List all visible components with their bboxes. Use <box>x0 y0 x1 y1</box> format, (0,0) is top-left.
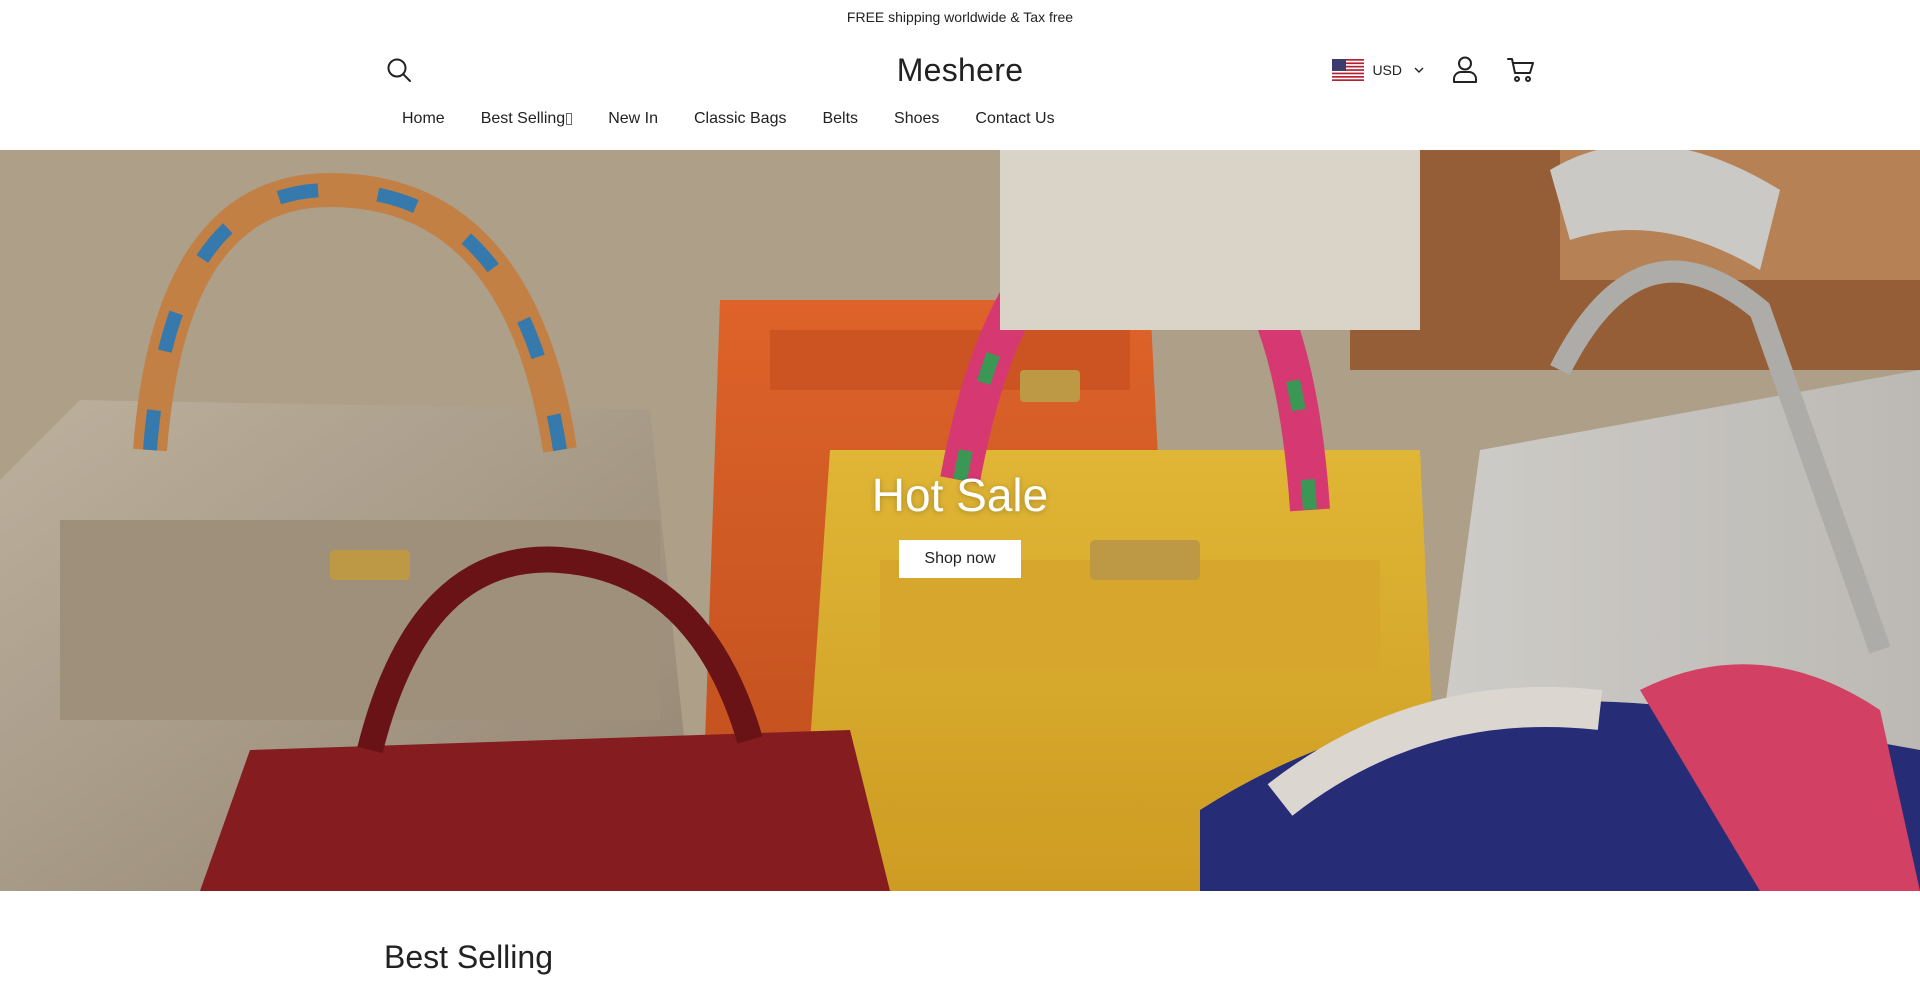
nav-item-new-in[interactable]: New In <box>608 109 658 129</box>
announcement-text: FREE shipping worldwide & Tax free <box>846 9 1074 25</box>
hero-content: Hot Sale Shop now <box>0 468 1920 578</box>
user-icon <box>1453 56 1477 83</box>
main-nav: Home Best Selling New In Classic Bags Be… <box>384 106 1536 150</box>
best-selling-heading: Best Selling <box>384 939 553 975</box>
currency-selector[interactable]: USD <box>1332 58 1424 82</box>
site-logo[interactable]: Meshere <box>897 52 1024 89</box>
chevron-down-icon <box>566 113 573 125</box>
us-flag-icon <box>1332 59 1365 81</box>
hero-banner[interactable]: Hot Sale Shop now <box>0 150 1920 891</box>
nav-item-belts[interactable]: Belts <box>822 109 858 129</box>
nav-item-classic-bags[interactable]: Classic Bags <box>694 109 786 129</box>
site-header: Meshere USD <box>384 34 1536 106</box>
hero-title: Hot Sale <box>871 469 1049 521</box>
chevron-down-icon <box>1414 67 1424 73</box>
cart-icon <box>1507 58 1534 82</box>
search-button[interactable] <box>384 55 414 85</box>
nav-item-best-selling[interactable]: Best Selling <box>481 109 573 129</box>
nav-item-shoes[interactable]: Shoes <box>894 109 939 129</box>
currency-label: USD <box>1372 62 1402 78</box>
nav-item-best-selling-label: Best Selling <box>480 110 566 127</box>
nav-item-home[interactable]: Home <box>402 109 445 129</box>
account-button[interactable] <box>1450 54 1480 84</box>
shop-now-button[interactable]: Shop now <box>899 540 1021 578</box>
cart-button[interactable] <box>1506 54 1536 84</box>
announcement-bar: FREE shipping worldwide & Tax free <box>0 0 1920 34</box>
nav-item-contact-us[interactable]: Contact Us <box>975 109 1054 129</box>
search-icon <box>387 58 411 82</box>
